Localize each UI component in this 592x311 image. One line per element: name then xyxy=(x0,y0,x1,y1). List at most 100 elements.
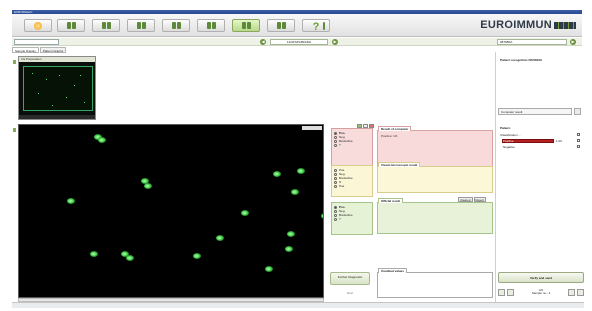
fluorescence-image[interactable] xyxy=(18,124,324,298)
sample-navigation-bar: ◀ 13/AFSPCBFADH ▶ 0876B0A ▶ xyxy=(12,38,582,46)
classification-checkbox[interactable] xyxy=(577,133,580,136)
slide-icon xyxy=(101,22,106,29)
home-button[interactable] xyxy=(24,19,52,32)
brand-mark-icon xyxy=(554,21,576,29)
thumbnail-cell xyxy=(84,102,85,103)
thumbnail-cell xyxy=(74,85,75,86)
computer-result-field[interactable]: Computer result xyxy=(498,108,572,115)
visual-result-panel[interactable]: Visual microscopic result xyxy=(377,162,493,193)
brand-logo: EUROIMMUN xyxy=(480,19,576,31)
tab-sample-display[interactable]: Sample Display xyxy=(12,47,39,53)
option-label: Borderline xyxy=(339,213,353,217)
next-button[interactable]: Next xyxy=(336,290,364,296)
fluorescent-cell xyxy=(216,235,224,241)
negative-label: Negative xyxy=(503,145,515,149)
panel-title: Unedited values xyxy=(378,268,408,273)
radio-icon xyxy=(334,205,337,209)
fluorescent-cell xyxy=(273,171,281,177)
brand-name: EUROIMMUN xyxy=(480,19,552,31)
first-sample-icon[interactable] xyxy=(498,288,505,296)
fluorescent-cell xyxy=(144,183,152,189)
slide-view-4-button[interactable] xyxy=(162,19,190,32)
next-sample-icon[interactable] xyxy=(568,288,575,296)
official-result-panel[interactable]: Official result xyxy=(377,198,493,234)
panel-title: Visual microscopic result xyxy=(378,162,421,167)
radio-icon xyxy=(334,131,337,135)
slide-icon xyxy=(281,22,286,29)
view-tabs: Sample Display Pattern Graphs xyxy=(12,47,67,53)
slide-icon xyxy=(241,22,246,29)
previous-sample-button[interactable]: ◀ xyxy=(260,39,266,45)
slide-view-3-button[interactable] xyxy=(127,19,155,32)
slide-view-7-button[interactable] xyxy=(267,19,295,32)
thumbnail-cell xyxy=(80,75,81,76)
option-unknown[interactable]: ? xyxy=(334,143,370,147)
thumbnail-cell xyxy=(38,93,39,94)
sample-search-button[interactable]: ▶ xyxy=(570,39,576,45)
next-sample-button[interactable]: ▶ xyxy=(332,39,338,45)
positive-checkbox[interactable] xyxy=(577,139,580,142)
radio-icon xyxy=(334,176,337,180)
radio-icon xyxy=(334,180,337,184)
overview-thumbnail[interactable]: Vis Preparation xyxy=(18,56,96,120)
left-dropdown[interactable] xyxy=(14,39,59,45)
fluorescent-cell xyxy=(297,168,305,174)
slide-view-2-button[interactable] xyxy=(92,19,120,32)
radio-icon xyxy=(334,135,337,139)
slide-view-6-button[interactable] xyxy=(232,19,260,32)
edit-icon[interactable] xyxy=(574,108,581,115)
option-unknown[interactable]: ? xyxy=(334,217,370,221)
option-label: ? xyxy=(339,143,341,147)
overview-title: Vis Preparation xyxy=(19,57,95,62)
panel-title: Result of computer xyxy=(378,126,412,131)
negative-checkbox[interactable] xyxy=(577,145,580,148)
computer-result-options: Pos. Neg. Borderline ? xyxy=(331,128,373,166)
option-label: Borderline xyxy=(339,139,353,143)
radio-icon xyxy=(334,172,337,176)
tab-pattern-graphs[interactable]: Pattern Graphs xyxy=(39,47,67,53)
fluorescent-cell xyxy=(265,266,273,272)
sample-id-field[interactable]: 13/AFSPCBFADH xyxy=(270,39,328,45)
fluorescent-cell xyxy=(126,255,134,261)
slide-icon xyxy=(66,22,71,29)
status-bar xyxy=(12,302,584,308)
chart-icon[interactable] xyxy=(577,288,584,296)
slide-icon xyxy=(171,22,176,29)
fluorescent-cell xyxy=(67,198,75,204)
further-diagnostic-button[interactable]: Further Diagnostic xyxy=(330,272,370,285)
sample-search-field[interactable]: 0876B0A xyxy=(497,39,567,45)
slide-icon xyxy=(276,22,281,29)
thumbnail-cell xyxy=(32,73,33,74)
previous-sample-icon[interactable] xyxy=(507,288,514,296)
overview-status-bar xyxy=(19,115,95,119)
slide-view-5-button[interactable] xyxy=(197,19,225,32)
slide-icon xyxy=(141,22,146,29)
slide-icon xyxy=(211,22,216,29)
option-label: Pos. xyxy=(339,184,346,188)
slide-icon xyxy=(136,22,141,29)
sun-icon xyxy=(34,21,42,30)
right-info-panel xyxy=(495,52,583,304)
option-label: ? xyxy=(339,217,341,221)
image-marker-icon xyxy=(13,128,16,132)
slide-icon xyxy=(106,22,111,29)
verify-and-send-button[interactable]: Verify and send xyxy=(498,272,584,283)
unedited-values-panel[interactable]: Unedited values xyxy=(377,268,493,298)
radio-icon xyxy=(334,168,337,172)
overview-frame xyxy=(23,66,93,111)
overview-marker-icon xyxy=(13,60,16,64)
slide-icon xyxy=(176,22,181,29)
pattern-recognition-heading: Pattern recognition OF/0816A xyxy=(500,58,543,62)
slide-icon xyxy=(206,22,211,29)
fluorescent-cell xyxy=(285,246,293,252)
main-toolbar: ? EUROIMMUN xyxy=(12,14,582,37)
fluorescent-cell xyxy=(98,137,106,143)
pause-button[interactable] xyxy=(318,19,330,32)
pattern-label: Pattern xyxy=(500,126,511,130)
positive-value: 1.00 xyxy=(556,139,562,143)
official-result-options: Pos. Neg. Borderline ? xyxy=(331,202,373,235)
radio-icon xyxy=(334,143,337,147)
slide-view-1-button[interactable] xyxy=(57,19,85,32)
option-pos-2[interactable]: Pos. xyxy=(334,184,370,188)
thumbnail-cell xyxy=(59,75,60,76)
